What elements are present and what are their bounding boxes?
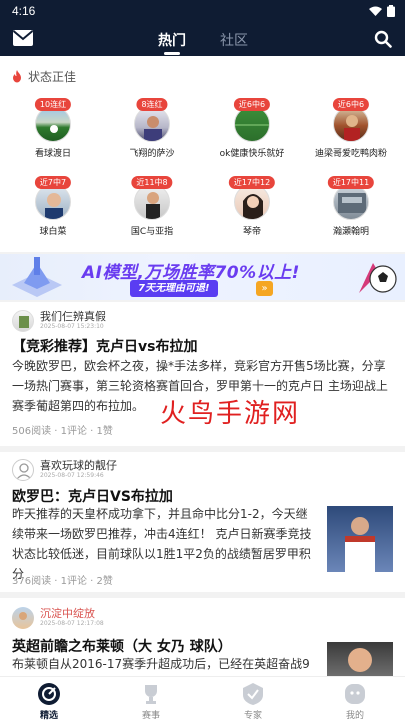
promo-banner[interactable]: AI模型,万场胜率70%以上! 7天无理由可退! »	[0, 254, 405, 300]
post-thumbnail[interactable]	[327, 642, 393, 676]
streak-badge: 8连红	[136, 98, 168, 111]
wifi-icon	[369, 6, 382, 16]
post-author[interactable]: 我们仨辨真假	[40, 308, 106, 324]
avatar	[333, 184, 369, 220]
expert-name: 球白菜	[39, 227, 67, 237]
bottom-tab-bar: 精选 赛事 专家 我的	[0, 676, 405, 720]
profile-icon	[345, 684, 365, 704]
expert-name: 瀚瀬翰明	[332, 227, 369, 237]
tab-active-indicator	[164, 52, 180, 55]
post-stats: 376阅读 · 1评论 · 2赞	[12, 576, 113, 587]
expert-card[interactable]: 近17中11 瀚瀬翰明	[311, 176, 391, 244]
streak-badge: 近17中11	[327, 176, 375, 189]
expert-card[interactable]: 8连红 飞翔的萨沙	[112, 98, 192, 166]
top-navbar: 热门 社区	[0, 22, 405, 56]
expert-card[interactable]: 近7中7 球白菜	[13, 176, 93, 244]
chart-cube-icon	[12, 257, 62, 297]
mail-icon[interactable]	[12, 29, 34, 47]
streak-badge: 近11中8	[131, 176, 173, 189]
post-stats: 506阅读 · 1评论 · 1赞	[12, 426, 113, 437]
tab-hot[interactable]: 热门	[158, 30, 186, 50]
search-icon[interactable]	[374, 30, 392, 48]
avatar[interactable]	[12, 607, 34, 629]
post-body: 布莱顿自从2016-17赛季升超成功后，已经在英超奋战9个年头	[12, 657, 310, 671]
featured-icon	[38, 683, 60, 705]
streak-badge: 近6中6	[332, 98, 370, 111]
banner-cta[interactable]: 7天无理由可退!	[130, 280, 218, 297]
post-card[interactable]: 沉淀中绽放 2025-08-07 12:17:08 英超前瞻之布莱顿（大 女乃 …	[0, 598, 405, 676]
clock: 4:16	[12, 4, 36, 18]
nav-label: 我的	[345, 711, 364, 720]
avatar	[134, 106, 170, 142]
expert-card[interactable]: 近11中8 国C与亚指	[112, 176, 192, 244]
expert-badge-icon	[243, 683, 263, 705]
nav-item-me[interactable]: 我的	[315, 677, 395, 720]
post-title[interactable]: 【竞彩推荐】克卢日vs布拉加	[12, 336, 197, 356]
streak-badge: 近7中7	[34, 176, 72, 189]
avatar	[234, 106, 270, 142]
avatar	[134, 184, 170, 220]
expert-card[interactable]: 近6中6 迪梁哥爱吃鸭肉粉	[311, 98, 391, 166]
streak-badge: 10连红	[34, 98, 72, 111]
fire-icon	[13, 70, 21, 83]
avatar	[35, 106, 71, 142]
system-icons	[369, 5, 395, 17]
expert-name: 国C与亚指	[130, 227, 174, 237]
nav-label: 赛事	[141, 711, 160, 720]
avatar	[333, 106, 369, 142]
hot-experts-section: 状态正佳 10连红 看球渡日 8连红 飞翔的萨沙 近6中6 ok健康快乐就好 近…	[0, 56, 405, 252]
nav-label: 专家	[243, 711, 262, 720]
expert-card[interactable]: 10连红 看球渡日	[13, 98, 93, 166]
tab-community[interactable]: 社区	[220, 30, 248, 50]
post-title[interactable]: 英超前瞻之布莱顿（大 女乃 球队）	[12, 636, 232, 656]
banner-arrow-icon: »	[256, 281, 273, 296]
avatar	[35, 184, 71, 220]
nav-label: 精选	[39, 711, 58, 720]
nav-item-featured[interactable]: 精选	[9, 677, 89, 720]
expert-card[interactable]: 近17中12 琴帝	[212, 176, 292, 244]
avatar	[234, 184, 270, 220]
soccer-ball-icon	[359, 263, 397, 293]
section-title: 状态正佳	[28, 70, 77, 84]
post-time: 2025-08-07 15:23:10	[40, 323, 104, 330]
streak-badge: 近17中12	[228, 176, 276, 189]
battery-icon	[387, 5, 395, 17]
expert-name: 飞翔的萨沙	[129, 149, 175, 159]
expert-card[interactable]: 近6中6 ok健康快乐就好	[212, 98, 292, 166]
expert-name: 迪梁哥爱吃鸭肉粉	[314, 149, 387, 159]
post-time: 2025-08-07 12:17:08	[40, 620, 104, 627]
expert-name: 琴帝	[242, 227, 261, 237]
streak-badge: 近6中6	[233, 98, 271, 111]
watermark: 火鸟手游网	[160, 399, 301, 429]
post-title[interactable]: 欧罗巴：克卢日VS布拉加	[12, 486, 173, 506]
nav-item-experts[interactable]: 专家	[213, 677, 293, 720]
post-author[interactable]: 喜欢玩球的靓仔	[40, 457, 117, 473]
post-card[interactable]: 喜欢玩球的靓仔 2025-08-07 12:59:46 欧罗巴：克卢日VS布拉加…	[0, 452, 405, 592]
system-status-bar: 4:16	[0, 0, 405, 22]
avatar[interactable]	[12, 310, 34, 332]
trophy-icon	[145, 685, 157, 704]
avatar[interactable]	[12, 459, 34, 481]
post-author[interactable]: 沉淀中绽放	[40, 605, 95, 621]
expert-name: 看球渡日	[34, 149, 71, 159]
expert-name: ok健康快乐就好	[219, 149, 285, 159]
section-header: 状态正佳	[12, 68, 76, 85]
nav-item-matches[interactable]: 赛事	[111, 677, 191, 720]
post-time: 2025-08-07 12:59:46	[40, 472, 104, 479]
post-thumbnail[interactable]	[327, 506, 393, 572]
